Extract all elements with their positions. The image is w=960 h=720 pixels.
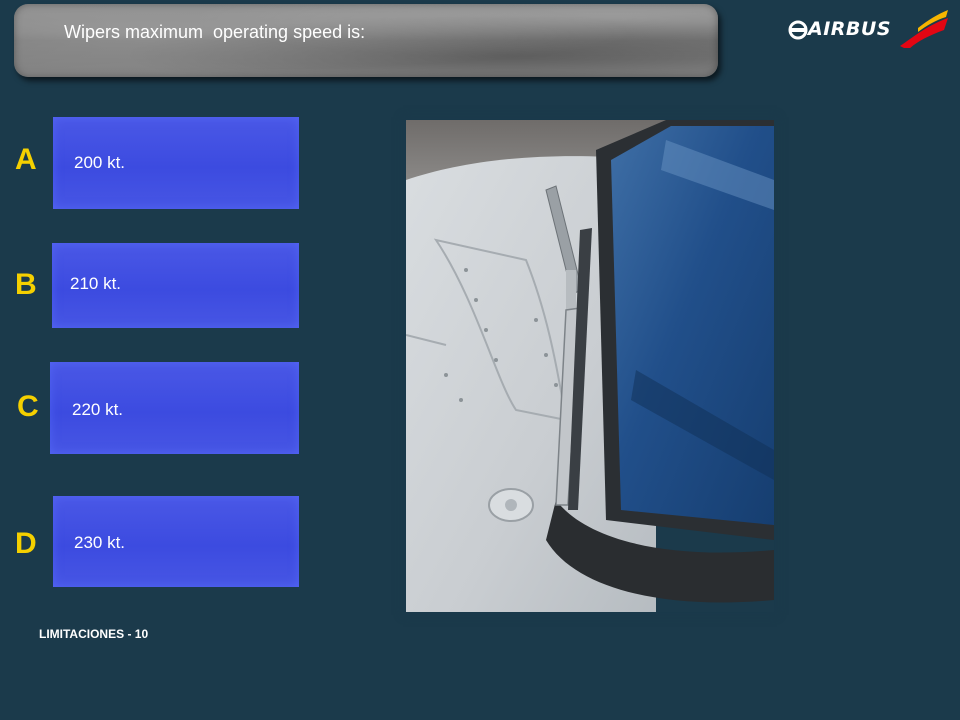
- airbus-logo-icon: [788, 20, 808, 40]
- slide-footer: LIMITACIONES - 10: [39, 627, 149, 641]
- airline-tail-icon: [900, 10, 948, 48]
- option-c-letter: C: [17, 390, 39, 423]
- airbus-wordmark: AIRBUS: [808, 18, 891, 40]
- question-text: Wipers maximum operating speed is:: [64, 22, 366, 42]
- option-c-label: 220 kt.: [72, 400, 124, 419]
- option-a-button[interactable]: 200 kt.: [53, 117, 299, 209]
- option-d-label: 230 kt.: [74, 533, 126, 552]
- question-banner: Wipers maximum operating speed is:: [14, 4, 718, 77]
- option-c-button[interactable]: 220 kt.: [50, 362, 299, 454]
- windshield-wiper-photo: [406, 120, 774, 612]
- option-b-label: 210 kt.: [70, 274, 122, 293]
- option-a-letter: A: [15, 143, 37, 176]
- option-a-label: 200 kt.: [74, 153, 126, 172]
- windshield-wiper-photo-drawing: [406, 120, 774, 612]
- option-b-button[interactable]: 210 kt.: [52, 243, 299, 328]
- option-d-button[interactable]: 230 kt.: [53, 496, 299, 587]
- airbus-logo: AIRBUS: [786, 10, 948, 52]
- option-b-letter: B: [15, 268, 37, 301]
- option-d-letter: D: [15, 527, 37, 560]
